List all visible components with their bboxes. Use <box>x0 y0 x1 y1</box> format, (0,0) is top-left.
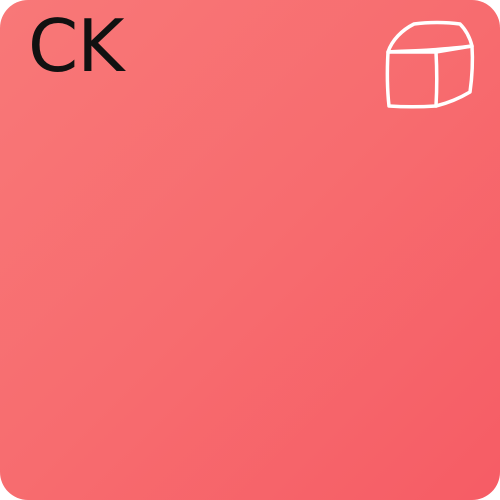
cube-icon <box>380 18 476 112</box>
app-tile[interactable]: CK <box>0 0 500 500</box>
tile-abbreviation: CK <box>28 4 124 88</box>
